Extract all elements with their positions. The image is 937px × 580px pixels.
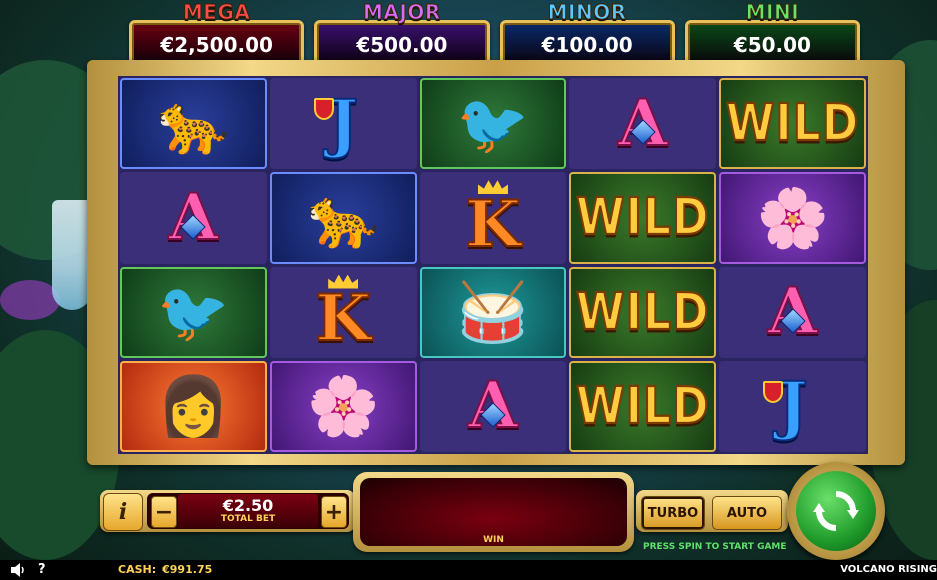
status-bar: ? CASH: €991.75 VOLCANO RISING bbox=[0, 560, 937, 580]
reel-grid: 🐆J🐦AWILDA🐆KWILD🌸🐦K🥁WILDA👩🌸AWILDJ bbox=[118, 76, 868, 454]
jackpot-name: MINOR bbox=[547, 0, 627, 25]
cash-label: CASH: bbox=[118, 563, 157, 576]
drum-symbol: 🥁 bbox=[419, 266, 567, 358]
jaguar-symbol: 🐆 bbox=[269, 172, 417, 264]
wild-symbol: WILD bbox=[719, 78, 866, 170]
jackpot-name: MAJOR bbox=[362, 0, 441, 25]
ace-symbol: A bbox=[569, 78, 717, 170]
jackpot-bar: €2,500.00 MEGA €500.00 MAJOR €100.00 MINOR €50… bbox=[127, 0, 862, 70]
woman-symbol: 👩 bbox=[120, 360, 267, 452]
wild-symbol: WILD bbox=[569, 360, 717, 452]
autoplay-button[interactable]: AUTO bbox=[712, 496, 782, 530]
jackpot-mini: €50.00 MINI bbox=[683, 0, 862, 70]
jackpot-major: €500.00 MAJOR bbox=[312, 0, 491, 70]
orchid-symbol: 🌸 bbox=[719, 172, 866, 264]
jack-symbol: J bbox=[269, 78, 417, 170]
speaker-icon[interactable] bbox=[10, 563, 26, 577]
jackpot-minor: €100.00 MINOR bbox=[498, 0, 677, 70]
cash-value: €991.75 bbox=[162, 563, 213, 576]
help-icon[interactable]: ? bbox=[38, 562, 46, 577]
spin-arrows-icon bbox=[813, 491, 859, 531]
king-symbol: K bbox=[269, 266, 417, 358]
total-bet-value: €2.50 bbox=[222, 496, 274, 515]
toucan-symbol: 🐦 bbox=[419, 78, 567, 170]
turbo-button[interactable]: TURBO bbox=[641, 496, 705, 530]
decrease-bet-button[interactable]: − bbox=[151, 496, 177, 528]
jack-symbol: J bbox=[719, 360, 866, 452]
jaguar-symbol: 🐆 bbox=[120, 78, 267, 170]
orchid-symbol: 🌸 bbox=[269, 360, 417, 452]
ace-symbol: A bbox=[120, 172, 267, 264]
ace-symbol: A bbox=[719, 266, 866, 358]
wild-symbol: WILD bbox=[569, 172, 717, 264]
total-bet-label: TOTAL BET bbox=[220, 514, 276, 524]
toucan-symbol: 🐦 bbox=[120, 266, 267, 358]
win-label: WIN bbox=[483, 535, 504, 545]
info-button[interactable]: i bbox=[103, 493, 143, 531]
ace-symbol: A bbox=[419, 360, 567, 452]
spin-button-face[interactable] bbox=[796, 471, 876, 551]
jackpot-name: MINI bbox=[745, 0, 800, 25]
increase-bet-button[interactable]: + bbox=[321, 496, 347, 528]
game-title: VOLCANO RISING bbox=[840, 564, 937, 575]
wild-symbol: WILD bbox=[569, 266, 717, 358]
cash-readout: CASH: €991.75 bbox=[118, 563, 212, 576]
press-spin-hint: PRESS SPIN TO START GAME bbox=[643, 542, 787, 552]
waterfall bbox=[52, 200, 92, 310]
jackpot-mega: €2,500.00 MEGA bbox=[127, 0, 306, 70]
king-symbol: K bbox=[419, 172, 567, 264]
jackpot-name: MEGA bbox=[182, 0, 251, 25]
total-bet-display: €2.50 TOTAL BET bbox=[178, 494, 318, 528]
